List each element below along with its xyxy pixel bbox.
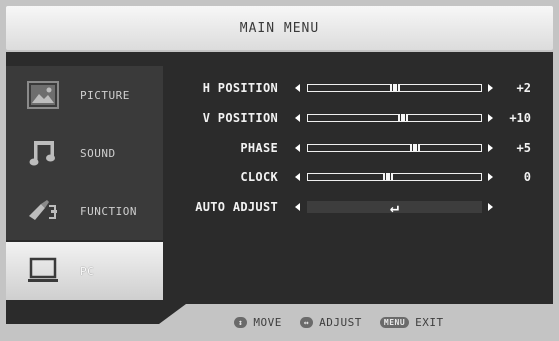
slider-thumb[interactable]	[412, 144, 418, 151]
slider-track[interactable]	[307, 84, 482, 92]
slider-thumb[interactable]	[385, 173, 391, 180]
slider-thumb[interactable]	[392, 84, 398, 91]
hint-label: ADJUST	[319, 316, 362, 329]
arrow-left-icon[interactable]	[295, 144, 300, 152]
hint-adjust: ↔ ADJUST	[299, 316, 362, 329]
setting-row-v-position[interactable]: V POSITION +10	[170, 108, 555, 128]
setting-name: H POSITION	[202, 81, 278, 95]
setting-name: V POSITION	[202, 111, 278, 125]
arrow-left-icon[interactable]	[295, 203, 300, 211]
sidebar-item-label: FUNCTION	[80, 204, 137, 218]
arrow-left-icon[interactable]	[295, 173, 300, 181]
sidebar-item-picture[interactable]: PICTURE	[6, 66, 163, 124]
hint-label: EXIT	[415, 316, 444, 329]
sidebar-item-function[interactable]: FUNCTION	[6, 182, 163, 240]
menu-key-icon: MENU	[379, 317, 410, 328]
adjust-key-icon: ↔	[299, 317, 314, 328]
sidebar-item-pc[interactable]: PC	[6, 242, 163, 300]
music-note-icon	[26, 136, 60, 170]
setting-name: CLOCK	[240, 170, 278, 184]
slider-track[interactable]	[307, 114, 482, 122]
hint-move: ↕ MOVE	[234, 316, 282, 329]
hint-exit: MENU EXIT	[379, 316, 444, 329]
setting-row-phase[interactable]: PHASE +5	[170, 138, 555, 158]
sidebar-item-label: PICTURE	[80, 88, 130, 102]
setting-value: +2	[516, 81, 531, 95]
setting-row-h-position[interactable]: H POSITION +2	[170, 78, 555, 98]
setting-value: +10	[509, 111, 531, 125]
monitor-icon	[26, 254, 60, 288]
arrow-left-icon[interactable]	[295, 84, 300, 92]
move-key-icon: ↕	[234, 317, 248, 328]
arrow-right-icon[interactable]	[488, 203, 493, 211]
setting-name: AUTO ADJUST	[195, 200, 278, 214]
setting-value: +5	[516, 141, 531, 155]
slider-track[interactable]	[307, 173, 482, 181]
sidebar-item-label: SOUND	[80, 146, 116, 160]
slider-track[interactable]	[307, 144, 482, 152]
setting-value: 0	[523, 170, 531, 184]
auto-adjust-button[interactable]: ↵	[307, 198, 482, 216]
slider-thumb[interactable]	[400, 114, 406, 121]
setting-row-clock[interactable]: CLOCK 0	[170, 167, 555, 187]
picture-icon	[26, 78, 60, 112]
function-icon	[26, 194, 60, 228]
sidebar-item-sound[interactable]: SOUND	[6, 124, 163, 182]
setting-name: PHASE	[240, 141, 278, 155]
hint-label: MOVE	[253, 316, 282, 329]
main-menu-header: MAIN MENU	[6, 6, 553, 50]
bottom-slant-decoration	[6, 304, 186, 324]
sidebar-item-label: PC	[80, 264, 95, 278]
osd-screen: MAIN MENU PICTURE SOUND FUNCTION PC H PO…	[0, 0, 559, 341]
setting-row-auto-adjust[interactable]: AUTO ADJUST ↵	[170, 197, 555, 217]
enter-icon: ↵	[389, 198, 400, 216]
sidebar: PICTURE SOUND FUNCTION PC	[6, 66, 163, 304]
page-title: MAIN MENU	[239, 20, 320, 36]
footer-hints: ↕ MOVE ↔ ADJUST MENU EXIT	[160, 304, 559, 341]
arrow-left-icon[interactable]	[295, 114, 300, 122]
